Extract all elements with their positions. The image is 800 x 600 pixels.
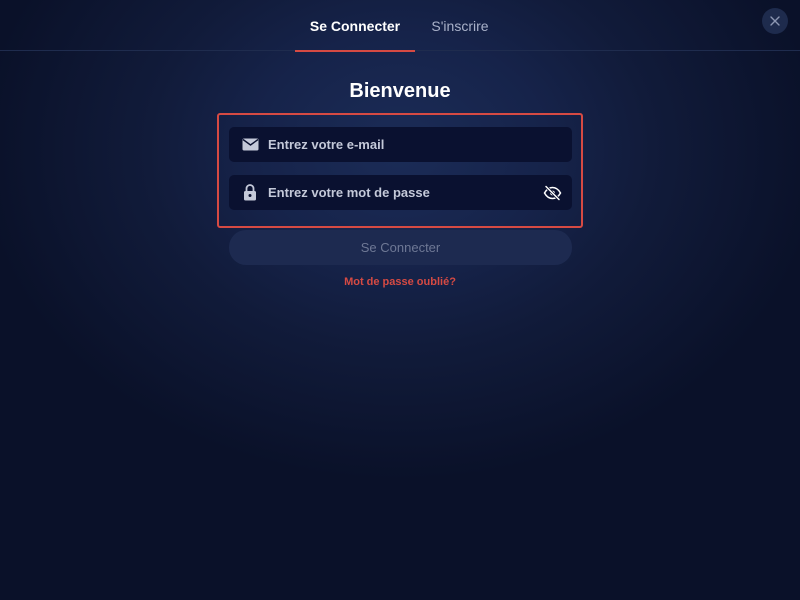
login-button[interactable]: Se Connecter	[229, 230, 572, 265]
forgot-password-link[interactable]: Mot de passe oublié?	[0, 276, 800, 288]
tab-register[interactable]: S'inscrire	[418, 0, 502, 51]
email-input[interactable]	[268, 127, 572, 162]
eye-off-icon[interactable]	[542, 183, 562, 203]
close-button[interactable]	[762, 8, 788, 34]
page-title: Bienvenue	[349, 80, 451, 102]
lock-icon	[241, 184, 259, 202]
password-input[interactable]	[268, 175, 542, 210]
close-icon	[770, 16, 780, 26]
envelope-icon	[241, 136, 259, 154]
password-field[interactable]	[229, 175, 572, 210]
tab-login[interactable]: Se Connecter	[295, 0, 415, 52]
email-field[interactable]	[229, 127, 572, 162]
auth-tabs: Se Connecter S'inscrire	[0, 0, 800, 52]
